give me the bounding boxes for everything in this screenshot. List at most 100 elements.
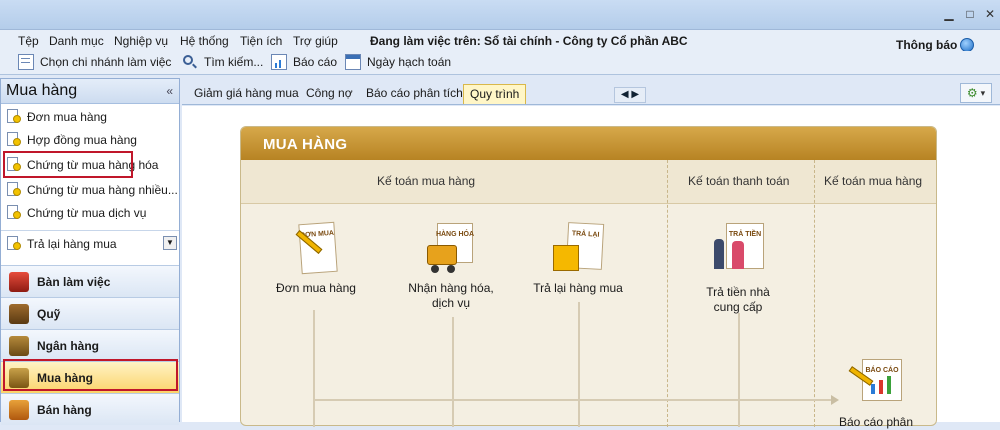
list-item-label: Trả lại hàng mua bbox=[27, 236, 117, 251]
tab-debts[interactable]: Công nợ bbox=[300, 84, 359, 104]
toolbar: Chọn chi nhánh làm việc Tìm kiếm... Báo … bbox=[0, 51, 1000, 75]
more-functions-dropdown[interactable]: Trả lại hàng mua ▼ bbox=[1, 230, 179, 256]
document-icon bbox=[7, 182, 21, 197]
calendar-icon bbox=[345, 54, 361, 70]
maximize-button[interactable]: □ bbox=[962, 6, 978, 22]
minimize-button[interactable]: ▁ bbox=[941, 6, 957, 22]
flow-node-pay-supplier[interactable]: TRẢ TIỀN Trả tiền nhà cung cấp bbox=[683, 223, 793, 315]
tab-purchase-discount[interactable]: Giảm giá hàng mua bbox=[188, 84, 305, 104]
module-sales[interactable]: Bán hàng bbox=[1, 393, 179, 425]
node-label-line2: cung cấp bbox=[713, 300, 763, 314]
document-icon bbox=[7, 205, 21, 220]
document-icon bbox=[7, 132, 21, 147]
flow-node-report[interactable]: BÁO CÁO Báo cáo phân bbox=[821, 359, 931, 430]
menu-utilities[interactable]: Tiện ích bbox=[240, 34, 282, 48]
node-label: Báo cáo phân bbox=[838, 415, 914, 429]
flow-node-receive-goods[interactable]: HÀNG HÓA Nhận hàng hóa, dịch vụ bbox=[391, 223, 511, 311]
flow-connector bbox=[313, 310, 315, 427]
menu-system[interactable]: Hệ thống bbox=[180, 34, 229, 48]
flow-connector bbox=[578, 302, 580, 427]
payment-icon: TRẢ TIỀN bbox=[710, 223, 766, 279]
lane-separator bbox=[814, 160, 815, 427]
list-item-label: Chứng từ mua dịch vụ bbox=[27, 205, 147, 220]
settings-button[interactable]: ⚙ ▾ bbox=[960, 83, 992, 103]
process-flow-panel: MUA HÀNG Kế toán mua hàng Kế toán thanh … bbox=[240, 126, 937, 429]
bank-icon bbox=[9, 335, 29, 356]
flow-node-purchase-return[interactable]: TRẢ LẠI Trả lại hàng mua bbox=[523, 222, 633, 296]
lane-label-purchasing: Kế toán mua hàng bbox=[377, 174, 476, 188]
node-label-line1: Trả tiền nhà bbox=[706, 285, 770, 299]
title-bar: ▁ □ ✕ bbox=[0, 0, 1000, 30]
flow-node-purchase-order[interactable]: ĐƠN MUA Đơn mua hàng bbox=[261, 221, 371, 296]
list-item-label: Hợp đồng mua hàng bbox=[27, 132, 137, 147]
left-pane-title: Mua hàng bbox=[6, 82, 78, 99]
tab-scroll-arrows[interactable]: ◀ ▶ bbox=[614, 87, 646, 103]
report-icon bbox=[271, 54, 287, 70]
list-item-purchase-return[interactable]: Trả lại hàng mua bbox=[7, 236, 117, 251]
purchase-order-icon: ĐƠN MUA bbox=[294, 221, 338, 275]
tab-analysis-report[interactable]: Báo cáo phân tích bbox=[360, 84, 469, 104]
tab-bar: Giảm giá hàng mua Công nợ Báo cáo phân t… bbox=[182, 80, 1000, 105]
node-label-line2: dịch vụ bbox=[431, 296, 471, 310]
list-item-multi-purchase-voucher[interactable]: Chứng từ mua hàng nhiều... bbox=[7, 182, 178, 197]
left-pane-header: Mua hàng « bbox=[1, 79, 179, 104]
branch-icon bbox=[18, 54, 34, 70]
collapse-icon[interactable]: « bbox=[166, 84, 173, 98]
document-icon bbox=[7, 236, 21, 251]
branch-button[interactable]: Chọn chi nhánh làm việc bbox=[18, 54, 171, 70]
document-icon bbox=[7, 109, 21, 124]
report-button[interactable]: Báo cáo bbox=[271, 54, 337, 70]
sales-icon bbox=[9, 399, 29, 420]
list-item-label: Chứng từ mua hàng nhiều... bbox=[27, 182, 178, 197]
posting-date-label: Ngày hạch toán bbox=[367, 55, 452, 69]
node-label-line1: Nhận hàng hóa, bbox=[408, 281, 494, 295]
highlight-box-module bbox=[3, 359, 178, 391]
report-chart-icon: BÁO CÁO bbox=[848, 359, 904, 409]
module-label: Quỹ bbox=[37, 306, 61, 321]
posting-date-button[interactable]: Ngày hạch toán bbox=[345, 54, 451, 70]
cash-icon bbox=[9, 303, 29, 324]
list-item-service-purchase-voucher[interactable]: Chứng từ mua dịch vụ bbox=[7, 205, 146, 220]
notification-label: Thông báo bbox=[896, 38, 958, 52]
menu-help[interactable]: Trợ giúp bbox=[293, 34, 338, 48]
module-cash[interactable]: Quỹ bbox=[1, 297, 179, 329]
node-label: Đơn mua hàng bbox=[276, 281, 356, 295]
lane-header-row: Kế toán mua hàng Kế toán thanh toán Kế t… bbox=[241, 160, 936, 204]
globe-icon bbox=[960, 38, 975, 52]
list-item-purchase-contract[interactable]: Hợp đồng mua hàng bbox=[7, 132, 137, 147]
card-tag: TRẢ LẠI bbox=[571, 230, 600, 239]
gear-icon: ⚙ bbox=[966, 86, 978, 100]
search-button[interactable]: Tìm kiếm... bbox=[182, 54, 263, 70]
lane-separator bbox=[667, 160, 668, 427]
lane-label-purchasing-2: Kế toán mua hàng bbox=[824, 174, 923, 188]
return-goods-icon: TRẢ LẠI bbox=[551, 222, 605, 275]
list-item-label: Đơn mua hàng bbox=[27, 109, 107, 124]
card-tag: HÀNG HÓA bbox=[435, 231, 475, 238]
flow-connector bbox=[313, 399, 833, 401]
dropdown-arrow-icon[interactable]: ▼ bbox=[163, 236, 177, 250]
module-desktop[interactable]: Bàn làm việc bbox=[1, 265, 179, 297]
flow-header: MUA HÀNG bbox=[241, 127, 936, 160]
menu-catalog[interactable]: Danh mục bbox=[49, 34, 104, 48]
list-item-purchase-order[interactable]: Đơn mua hàng bbox=[7, 109, 107, 124]
module-label: Bán hàng bbox=[37, 402, 92, 417]
notification-button[interactable]: Thông báo bbox=[896, 38, 975, 52]
node-label: Trả lại hàng mua bbox=[533, 281, 623, 295]
search-label: Tìm kiếm... bbox=[204, 55, 264, 69]
tab-process[interactable]: Quy trình bbox=[463, 84, 527, 104]
card-tag: TRẢ TIỀN bbox=[728, 231, 762, 238]
report-label: Báo cáo bbox=[293, 55, 338, 69]
flow-connector bbox=[738, 313, 740, 427]
menu-bar: Tệp Danh mục Nghiệp vụ Hệ thống Tiện ích… bbox=[0, 30, 1000, 51]
module-label: Bàn làm việc bbox=[37, 274, 111, 289]
module-bank[interactable]: Ngân hàng bbox=[1, 329, 179, 361]
lane-label-payment: Kế toán thanh toán bbox=[688, 174, 790, 188]
close-button[interactable]: ✕ bbox=[982, 6, 998, 22]
menu-file[interactable]: Tệp bbox=[18, 34, 39, 48]
desktop-icon bbox=[9, 271, 29, 292]
working-on-label: Đang làm việc trên: Sổ tài chính - Công … bbox=[370, 34, 688, 48]
chevron-down-icon: ▾ bbox=[980, 87, 986, 98]
branch-label: Chọn chi nhánh làm việc bbox=[40, 55, 172, 69]
search-icon bbox=[182, 54, 198, 70]
menu-operations[interactable]: Nghiệp vụ bbox=[114, 34, 168, 48]
